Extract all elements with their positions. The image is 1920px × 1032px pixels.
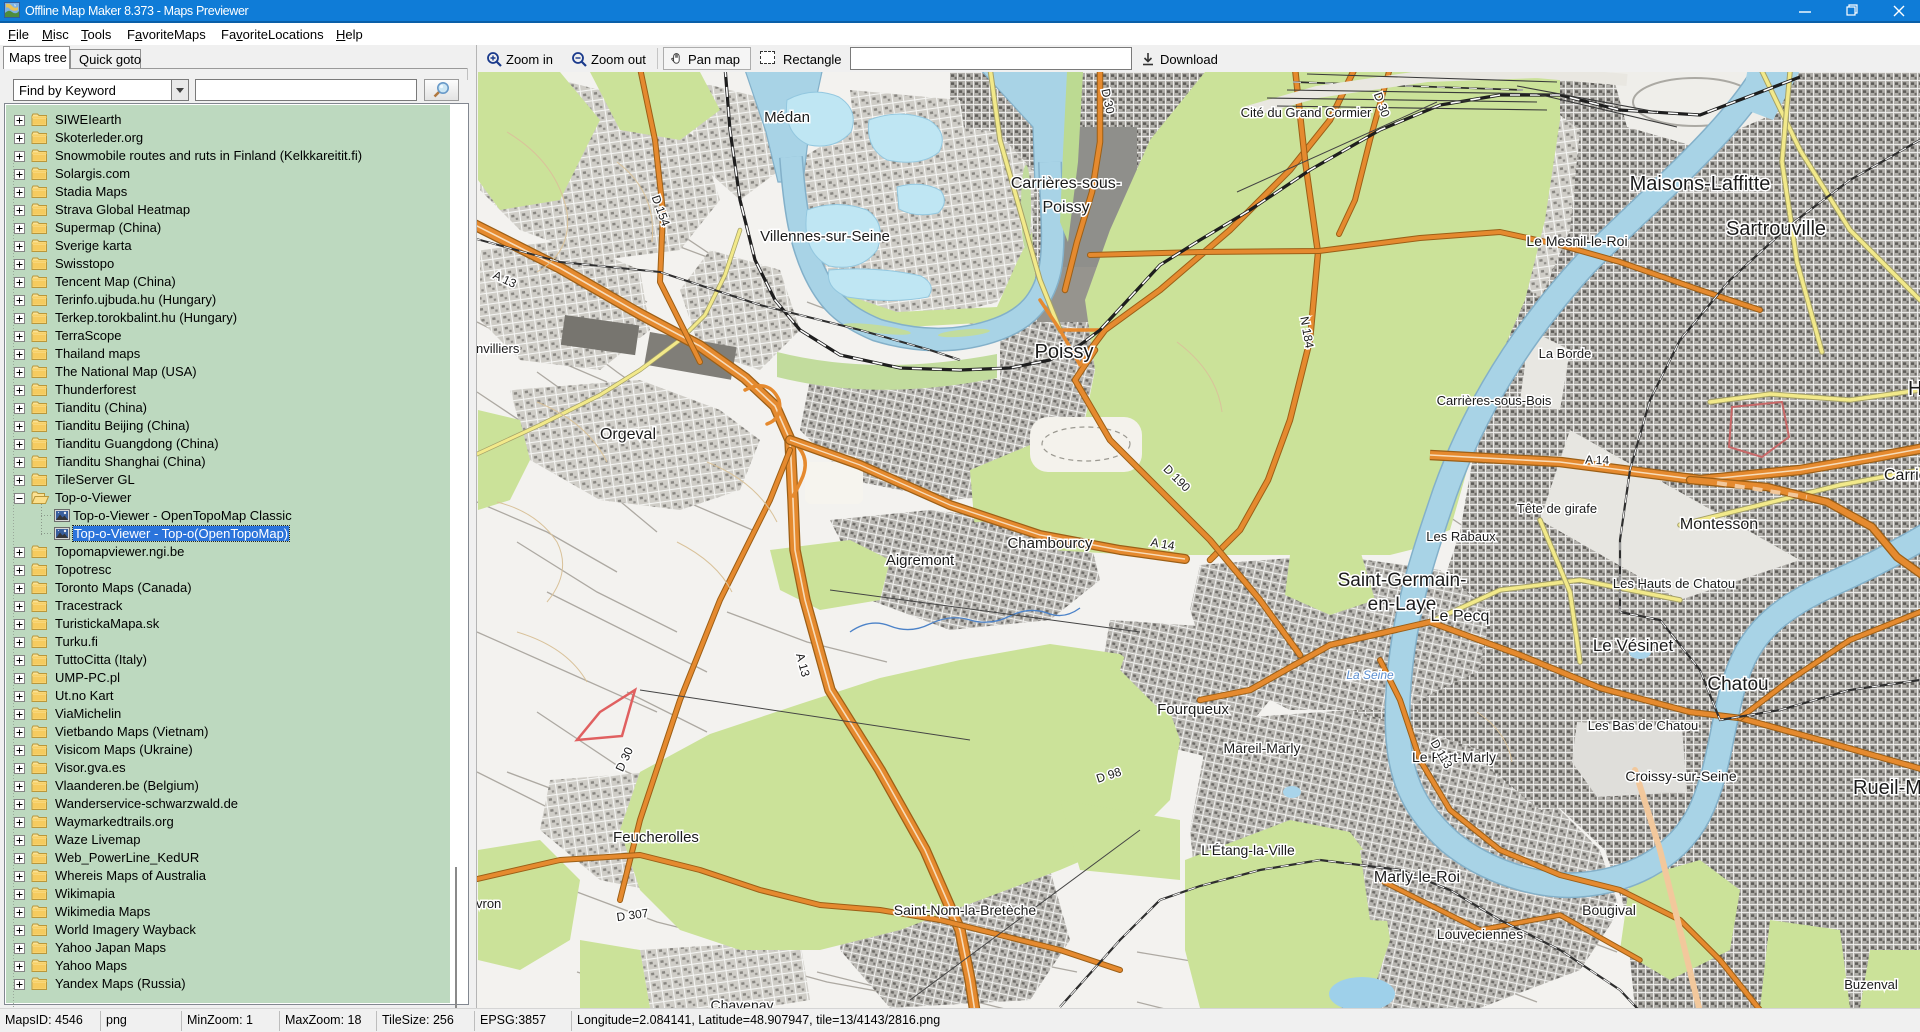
svg-text:L'Étang-la-Ville: L'Étang-la-Ville: [1201, 842, 1295, 858]
svg-text:Villennes-sur-Seine: Villennes-sur-Seine: [760, 228, 890, 245]
svg-text:Les Bas de Chatou: Les Bas de Chatou: [1588, 718, 1699, 733]
svg-text:Buzenval: Buzenval: [1844, 977, 1898, 992]
svg-text:Montesson: Montesson: [1680, 516, 1758, 533]
svg-text:Le Vésinet: Le Vésinet: [1593, 636, 1674, 655]
svg-text:Marly-le-Roi: Marly-le-Roi: [1374, 869, 1460, 886]
svg-text:Feucherolles: Feucherolles: [613, 829, 699, 846]
svg-text:Chavenay: Chavenay: [710, 997, 773, 1008]
svg-text:Louveciennes: Louveciennes: [1437, 926, 1523, 942]
svg-text:Carrières-: Carrières-: [1884, 467, 1920, 484]
svg-text:Rueil-M: Rueil-M: [1853, 777, 1920, 799]
svg-text:Poissy: Poissy: [1035, 341, 1094, 363]
svg-text:Poissy: Poissy: [1042, 199, 1089, 216]
svg-text:en-Laye: en-Laye: [1368, 594, 1437, 615]
svg-text:La Seine: La Seine: [1346, 668, 1394, 682]
svg-text:Sartrouville: Sartrouville: [1726, 218, 1826, 240]
svg-text:Carrières-sous-: Carrières-sous-: [1011, 175, 1121, 192]
svg-text:Le Mesnil-le-Roi: Le Mesnil-le-Roi: [1526, 233, 1627, 249]
svg-text:nvilliers: nvilliers: [477, 341, 520, 356]
svg-text:vron: vron: [477, 896, 501, 911]
svg-text:Carrières-sous-Bois: Carrières-sous-Bois: [1437, 393, 1552, 408]
svg-text:A 14: A 14: [1585, 453, 1610, 468]
svg-text:La Borde: La Borde: [1539, 346, 1592, 361]
svg-text:Mareil-Marly: Mareil-Marly: [1224, 740, 1301, 756]
svg-text:Chatou: Chatou: [1707, 674, 1768, 695]
svg-text:Le Pecq: Le Pecq: [1431, 608, 1490, 625]
svg-text:Les Rabaux: Les Rabaux: [1426, 529, 1496, 544]
svg-text:Saint-Germain-: Saint-Germain-: [1338, 570, 1467, 591]
svg-text:Cité du Grand Cormier: Cité du Grand Cormier: [1241, 105, 1372, 120]
svg-text:Croissy-sur-Seine: Croissy-sur-Seine: [1625, 768, 1736, 784]
svg-text:Tête de girafe: Tête de girafe: [1517, 501, 1597, 516]
svg-text:Les Hauts de Chatou: Les Hauts de Chatou: [1613, 576, 1735, 591]
svg-text:Aigremont: Aigremont: [886, 552, 955, 569]
svg-text:Houi: Houi: [1908, 378, 1920, 400]
svg-text:Médan: Médan: [764, 109, 810, 126]
svg-text:Saint-Nom-la-Bretèche: Saint-Nom-la-Bretèche: [894, 902, 1037, 918]
svg-text:Fourqueux: Fourqueux: [1157, 701, 1229, 718]
svg-text:Orgeval: Orgeval: [600, 426, 656, 443]
svg-text:Bougival: Bougival: [1582, 902, 1636, 918]
svg-text:Chambourcy: Chambourcy: [1007, 535, 1093, 552]
svg-text:Maisons-Laffitte: Maisons-Laffitte: [1630, 173, 1771, 195]
